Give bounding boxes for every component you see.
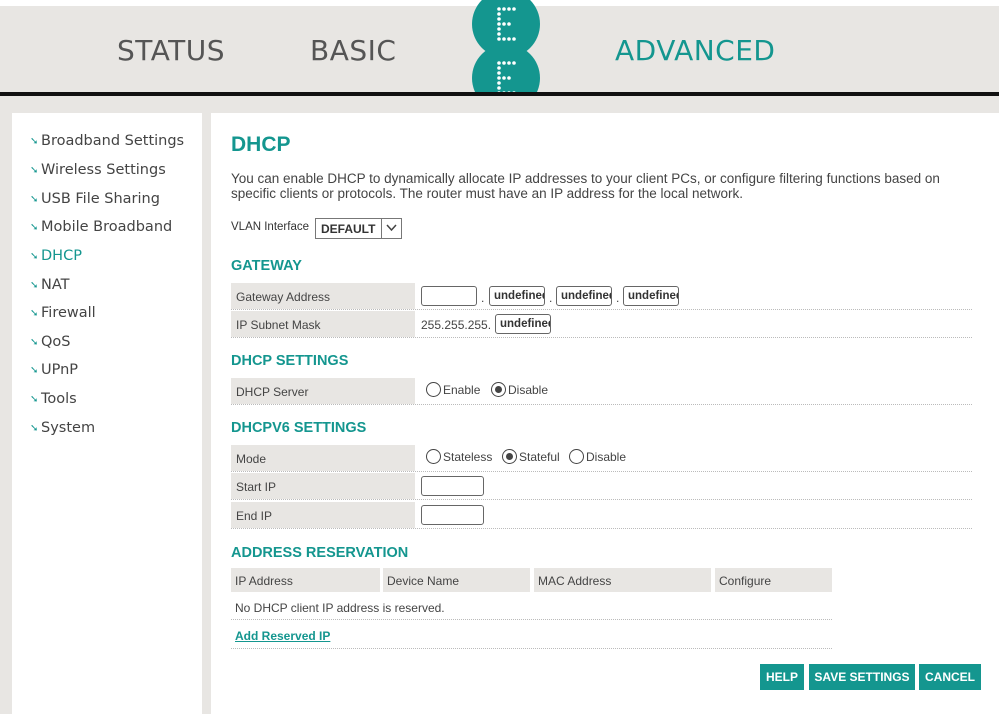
sidebar-item-mobile-broadband[interactable]: ➘ Mobile Broadband [30, 219, 172, 235]
column-header-mac-address: MAC Address [534, 568, 711, 592]
dhcpv6-stateless-radio[interactable]: Stateless [426, 449, 492, 465]
radio-unselected-icon [426, 382, 441, 398]
radio-selected-icon [502, 449, 517, 465]
arrow-icon: ➘ [30, 394, 39, 405]
dhcpv6-disable-radio[interactable]: Disable [569, 449, 626, 465]
sidebar-item-wireless-settings[interactable]: ➘ Wireless Settings [30, 162, 166, 178]
radio-unselected-icon [569, 449, 584, 465]
dhcp-server-label: DHCP Server [231, 378, 415, 404]
dhcpv6-stateful-radio[interactable]: Stateful [502, 449, 560, 465]
main-panel: DHCP You can enable DHCP to dynamically … [211, 113, 999, 714]
subnet-mask-label: IP Subnet Mask [231, 311, 415, 337]
reservation-empty-message: No DHCP client IP address is reserved. [231, 593, 832, 620]
address-reservation-heading: ADDRESS RESERVATION [231, 545, 409, 561]
gateway-octet-4-input[interactable]: undefined [623, 286, 679, 306]
nav-status-link[interactable]: STATUS [117, 34, 225, 67]
gateway-address-row: Gateway Address . undefined . undefined … [231, 283, 972, 310]
arrow-icon: ➘ [30, 365, 39, 376]
arrow-icon: ➘ [30, 308, 39, 319]
start-ip-input[interactable] [421, 476, 484, 496]
subnet-mask-last-octet-input[interactable]: undefined [495, 314, 551, 334]
page-description: You can enable DHCP to dynamically alloc… [231, 171, 940, 201]
cancel-button[interactable]: CANCEL [919, 664, 981, 690]
dhcpv6-mode-row: Mode Stateless Stateful Disable [231, 445, 972, 472]
octet-separator: . [616, 291, 620, 305]
octet-separator: . [481, 291, 485, 305]
gateway-octet-2-input[interactable]: undefined [489, 286, 545, 306]
subnet-mask-row: IP Subnet Mask 255.255.255. undefined [231, 311, 972, 338]
dhcpv6-settings-heading: DHCPV6 SETTINGS [231, 420, 367, 436]
vlan-selected-value: DEFAULT [321, 222, 376, 236]
gateway-address-label: Gateway Address [231, 283, 415, 309]
sidebar-item-dhcp[interactable]: ➘ DHCP [30, 248, 82, 264]
end-ip-label: End IP [231, 502, 415, 528]
dhcp-server-enable-radio[interactable]: Enable [426, 382, 480, 398]
dhcp-server-disable-radio[interactable]: Disable [491, 382, 548, 398]
sidebar-item-qos[interactable]: ➘ QoS [30, 334, 71, 350]
end-ip-input[interactable] [421, 505, 484, 525]
nav-basic-link[interactable]: BASIC [310, 34, 396, 67]
dhcpv6-end-ip-row: End IP [231, 502, 972, 529]
arrow-icon: ➘ [30, 337, 39, 348]
arrow-icon: ➘ [30, 222, 39, 233]
column-header-device-name: Device Name [383, 568, 530, 592]
arrow-icon: ➘ [30, 423, 39, 434]
gateway-octet-3-input[interactable]: undefined [556, 286, 612, 306]
help-button[interactable]: HELP [760, 664, 804, 690]
sidebar-item-system[interactable]: ➘ System [30, 420, 95, 436]
sidebar-item-broadband-settings[interactable]: ➘ Broadband Settings [30, 133, 184, 149]
dhcp-settings-heading: DHCP SETTINGS [231, 353, 349, 369]
dhcpv6-mode-label: Mode [231, 445, 415, 471]
sidebar-item-tools[interactable]: ➘ Tools [30, 391, 77, 407]
top-navigation-bar: STATUS BASIC ADVANCED [0, 0, 999, 112]
arrow-icon: ➘ [30, 280, 39, 291]
vlan-interface-select[interactable]: DEFAULT [315, 218, 402, 239]
add-reserved-ip-row: Add Reserved IP [231, 621, 832, 649]
gateway-heading: GATEWAY [231, 258, 302, 274]
arrow-icon: ➘ [30, 251, 39, 262]
chevron-down-icon [381, 219, 401, 238]
arrow-icon: ➘ [30, 165, 39, 176]
arrow-icon: ➘ [30, 194, 39, 205]
gateway-octet-1-input[interactable] [421, 286, 477, 306]
subnet-mask-prefix: 255.255.255. [421, 318, 492, 332]
column-header-configure: Configure [715, 568, 832, 592]
reservation-table-header: IP Address Device Name MAC Address Confi… [231, 568, 832, 592]
nav-advanced-link[interactable]: ADVANCED [615, 34, 776, 67]
radio-unselected-icon [426, 449, 441, 465]
dhcpv6-start-ip-row: Start IP [231, 473, 972, 500]
vlan-interface-label: VLAN Interface [231, 221, 309, 233]
octet-separator: . [549, 291, 553, 305]
save-settings-button[interactable]: SAVE SETTINGS [809, 664, 915, 690]
sidebar: ➘ Broadband Settings ➘ Wireless Settings ➘… [12, 113, 202, 714]
start-ip-label: Start IP [231, 473, 415, 499]
sidebar-item-usb-file-sharing[interactable]: ➘ USB File Sharing [30, 191, 160, 207]
sidebar-item-firewall[interactable]: ➘ Firewall [30, 305, 96, 321]
sidebar-item-upnp[interactable]: ➘ UPnP [30, 362, 78, 378]
radio-selected-icon [491, 382, 506, 398]
add-reserved-ip-link[interactable]: Add Reserved IP [235, 629, 330, 643]
dhcp-server-row: DHCP Server Enable Disable [231, 378, 972, 405]
sidebar-item-nat[interactable]: ➘ NAT [30, 277, 70, 293]
page-title: DHCP [231, 133, 291, 156]
column-header-ip-address: IP Address [231, 568, 380, 592]
arrow-icon: ➘ [30, 136, 39, 147]
